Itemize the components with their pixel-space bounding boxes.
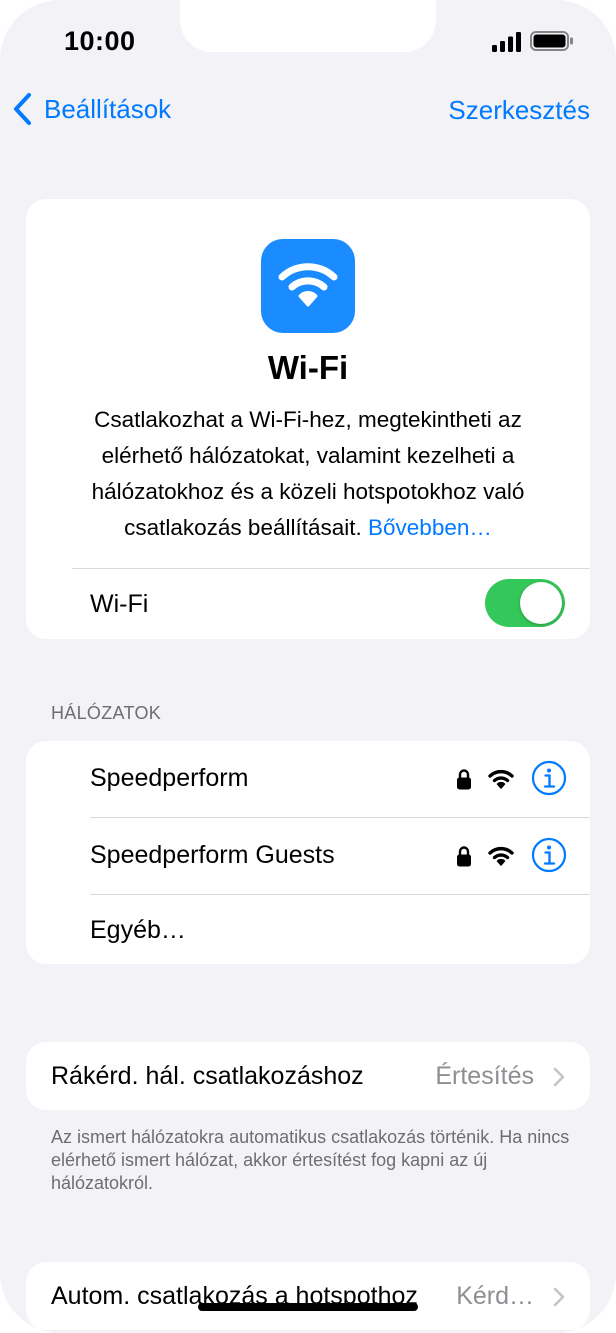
toggle-knob xyxy=(520,582,562,624)
wifi-description: Csatlakozhat a Wi-Fi-hez, megtekintheti … xyxy=(56,402,560,546)
info-icon[interactable] xyxy=(531,760,567,796)
divider xyxy=(72,568,590,569)
status-bar: 10:00 xyxy=(0,0,616,80)
learn-more-link[interactable]: Bővebben… xyxy=(368,515,492,540)
wifi-icon xyxy=(278,263,338,307)
network-name: Speedperform Guests xyxy=(90,841,335,869)
auto-hotspot-value: Kérd… xyxy=(456,1282,534,1310)
networks-section-header: HÁLÓZATOK xyxy=(51,703,162,723)
cellular-signal-icon xyxy=(492,32,521,52)
ask-to-join-value: Értesítés xyxy=(435,1062,534,1090)
notch xyxy=(180,0,436,52)
wifi-toggle-label: Wi-Fi xyxy=(90,590,149,618)
battery-icon xyxy=(530,31,573,51)
wifi-toggle[interactable] xyxy=(485,579,565,627)
network-name: Speedperform xyxy=(90,764,249,792)
ask-to-join-row[interactable]: Rákérd. hál. csatlakozáshoz Értesítés xyxy=(26,1042,590,1110)
network-row[interactable]: Speedperform Guests xyxy=(26,818,590,894)
back-button[interactable]: Beállítások xyxy=(12,92,171,126)
phone-screen: 10:00 Beállítások Szerkesztés Wi-Fi Csat… xyxy=(0,0,616,1333)
info-icon[interactable] xyxy=(531,837,567,873)
ask-to-join-label: Rákérd. hál. csatlakozáshoz xyxy=(51,1062,364,1090)
wifi-info-card: Wi-Fi Csatlakozhat a Wi-Fi-hez, megtekin… xyxy=(26,199,590,639)
chevron-right-icon xyxy=(553,1287,565,1307)
chevron-left-icon xyxy=(14,93,31,125)
wifi-signal-icon xyxy=(488,769,514,789)
wifi-signal-icon xyxy=(488,846,514,866)
network-row[interactable]: Speedperform xyxy=(26,741,590,817)
status-time: 10:00 xyxy=(64,26,136,56)
lock-icon xyxy=(457,769,471,790)
edit-button[interactable]: Szerkesztés xyxy=(448,95,590,126)
auto-hotspot-row[interactable]: Autom. csatlakozás a hotspothoz Kérd… xyxy=(26,1262,590,1330)
back-label: Beállítások xyxy=(44,93,172,124)
networks-list: Speedperform Speedperform Guests Egyéb… xyxy=(26,741,590,964)
navigation-bar: Beállítások Szerkesztés xyxy=(0,86,616,132)
wifi-app-icon xyxy=(261,239,355,333)
home-indicator[interactable] xyxy=(198,1303,418,1311)
page-title: Wi-Fi xyxy=(267,349,349,386)
other-network-row[interactable]: Egyéb… xyxy=(26,895,590,971)
lock-icon xyxy=(457,846,471,867)
chevron-right-icon xyxy=(553,1067,565,1087)
ask-to-join-footnote: Az ismert hálózatokra automatikus csatla… xyxy=(51,1127,570,1193)
other-network-label: Egyéb… xyxy=(90,916,186,944)
